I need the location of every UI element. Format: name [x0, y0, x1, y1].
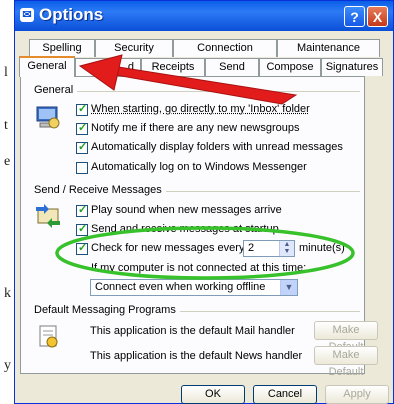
send-receive-icon — [36, 204, 60, 228]
tab-spelling[interactable]: Spelling — [29, 39, 95, 57]
default-programs-group-title: Default Messaging Programs — [34, 304, 180, 316]
apply-button[interactable]: Apply — [325, 385, 389, 404]
tab-security[interactable]: Security — [95, 39, 173, 57]
start-inbox-label: When starting, go directly to my 'Inbox'… — [91, 103, 310, 115]
background-char: e — [4, 154, 11, 169]
background-char: y — [4, 358, 11, 373]
group-divider — [168, 311, 360, 312]
display-unread-checkbox[interactable] — [76, 140, 88, 154]
log-on-messenger-label: Automatically log on to Windows Messenge… — [91, 161, 307, 173]
background-char: k — [4, 286, 11, 301]
not-connected-label: If my computer is not connected at this … — [91, 262, 307, 274]
check-messages-label: Check for new messages every — [91, 242, 245, 254]
tab-read[interactable]: d — [75, 58, 141, 76]
tab-maintenance[interactable]: Maintenance — [277, 39, 380, 57]
tab-receipts[interactable]: Receipts — [141, 58, 205, 76]
chevron-down-icon[interactable]: ▼ — [280, 280, 297, 295]
outlook-express-icon: ✉ — [20, 8, 34, 22]
tab-general[interactable]: General — [19, 56, 75, 77]
check-interval-spinner[interactable]: 2 ▲ ▼ — [243, 240, 295, 257]
help-button[interactable]: ? — [344, 6, 365, 27]
notify-newsgroups-checkbox[interactable] — [76, 121, 88, 135]
group-divider — [70, 91, 360, 92]
check-interval-value: 2 — [248, 242, 255, 254]
mail-handler-text: This application is the default Mail han… — [90, 325, 295, 337]
send-receive-group-title: Send / Receive Messages — [34, 184, 166, 196]
notify-newsgroups-label: Notify me if there are any new newsgroup… — [91, 122, 300, 134]
cancel-button[interactable]: Cancel — [253, 385, 317, 404]
connection-dropdown-value: Connect even when working offline — [95, 281, 266, 293]
news-handler-text: This application is the default News han… — [90, 350, 303, 362]
play-sound-checkbox[interactable] — [76, 203, 88, 217]
send-startup-label: Send and receive messages at startup — [91, 223, 279, 235]
tab-connection[interactable]: Connection — [173, 39, 277, 57]
settings-computer-icon — [36, 106, 60, 129]
close-button[interactable]: X — [367, 6, 388, 27]
send-startup-checkbox[interactable] — [76, 222, 88, 236]
start-inbox-checkbox[interactable] — [76, 102, 88, 116]
connection-dropdown[interactable]: Connect even when working offline ▼ — [90, 279, 298, 296]
check-messages-checkbox[interactable] — [76, 241, 88, 255]
interval-unit-label: minute(s) — [299, 242, 345, 254]
background-char: t — [4, 118, 8, 133]
default-programs-icon — [39, 325, 58, 348]
title-bar[interactable]: ✉ Options ? X — [15, 1, 393, 31]
display-unread-label: Automatically display folders with unrea… — [91, 141, 343, 153]
ok-button[interactable]: OK — [181, 385, 245, 404]
general-group-title: General — [34, 84, 78, 96]
make-default-mail-button[interactable]: Make Default — [314, 321, 378, 353]
spinner-arrows-icon[interactable]: ▲ ▼ — [279, 241, 294, 256]
tab-send[interactable]: Send — [205, 58, 259, 76]
group-divider — [156, 191, 360, 192]
dialog-title: Options — [39, 5, 104, 24]
tab-signatures[interactable]: Signatures — [321, 58, 383, 76]
background-char: l — [4, 65, 8, 80]
play-sound-label: Play sound when new messages arrive — [91, 204, 282, 216]
log-on-messenger-checkbox[interactable] — [76, 162, 88, 174]
make-default-news-button[interactable]: Make Default — [314, 346, 378, 378]
tab-compose[interactable]: Compose — [259, 58, 321, 76]
